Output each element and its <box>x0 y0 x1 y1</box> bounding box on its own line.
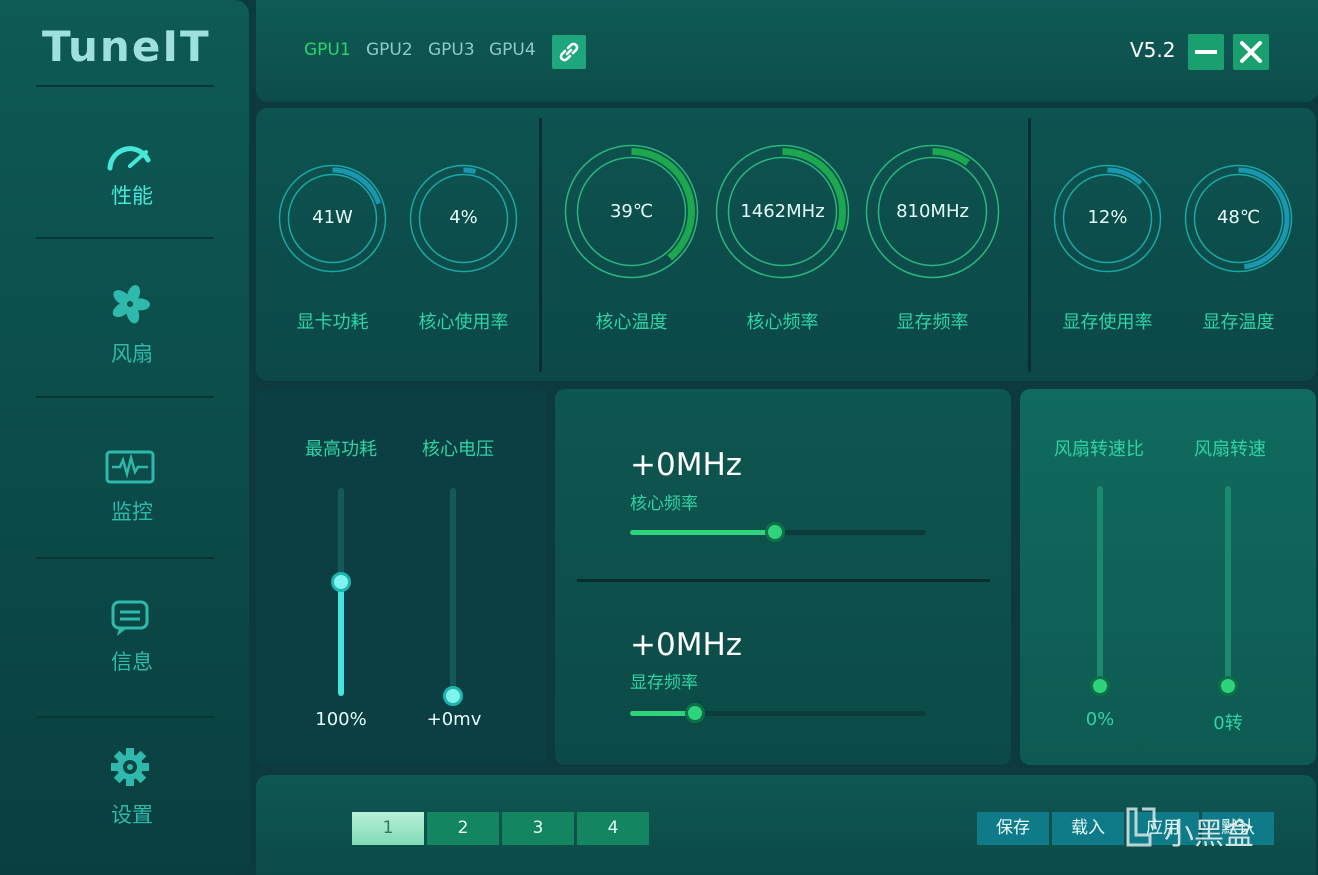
gauge-core-clock: 1462MHz <box>714 143 851 280</box>
core-voltage-handle[interactable] <box>443 686 463 706</box>
load-button[interactable]: 载入 <box>1052 812 1124 845</box>
sidebar-item-label: 信息 <box>111 650 153 674</box>
mem-clock-offset-value: +0MHz <box>630 627 743 663</box>
fan-ratio-slider[interactable] <box>1097 486 1103 686</box>
power-voltage-panel: 最高功耗 核心电压 100% +0mv <box>256 389 547 765</box>
power-limit-value: 100% <box>315 709 367 730</box>
save-button[interactable]: 保存 <box>977 812 1049 845</box>
minimize-icon <box>1195 50 1217 54</box>
panel-divider <box>577 579 990 582</box>
sidebar-item-label: 设置 <box>111 803 153 827</box>
fan-panel: 风扇转速比 风扇转速 0% 0转 <box>1020 389 1316 765</box>
chat-bubble-icon <box>111 600 149 636</box>
gauge-value: 39℃ <box>609 201 654 222</box>
core-voltage-slider[interactable] <box>450 488 456 696</box>
core-clock-offset-value: +0MHz <box>630 447 743 483</box>
profile-1-button[interactable]: 1 <box>352 812 424 845</box>
core-voltage-value: +0mv <box>426 709 482 730</box>
link-icon <box>559 42 579 62</box>
stat-label: 显存使用率 <box>1062 312 1153 333</box>
tab-gpu1[interactable]: GPU1 <box>304 40 351 60</box>
sidebar-item-monitor[interactable]: 监控 <box>0 440 249 550</box>
stat-label: 显卡功耗 <box>296 312 369 333</box>
sidebar-item-fan[interactable]: 风扇 <box>0 280 249 390</box>
mem-clock-offset-label: 显存频率 <box>630 673 698 693</box>
power-limit-handle[interactable] <box>331 571 351 592</box>
gauge-value: 41W <box>312 207 353 228</box>
sidebar-item-label: 监控 <box>111 500 153 524</box>
mem-clock-handle[interactable] <box>685 703 706 723</box>
sidebar-divider <box>36 237 214 239</box>
stats-panel: 41W 显卡功耗 4% 核心使用率 39℃ 核心温度 1462MHz 核心频率 <box>256 108 1316 381</box>
gauge-core-usage: 4% <box>408 163 519 274</box>
gear-icon <box>111 748 149 786</box>
sidebar-divider <box>36 716 214 718</box>
fan-speed-handle[interactable] <box>1218 676 1238 696</box>
power-limit-label: 最高功耗 <box>305 439 377 460</box>
minimize-button[interactable] <box>1188 34 1224 70</box>
version-label: V5.2 <box>1130 38 1176 62</box>
tab-gpu2[interactable]: GPU2 <box>366 40 413 60</box>
sidebar-item-label: 性能 <box>111 184 153 208</box>
top-bar: GPU1 GPU2 GPU3 GPU4 V5.2 <box>256 0 1318 102</box>
fan-ratio-value: 0% <box>1085 709 1115 730</box>
gauge-value: 1462MHz <box>740 201 825 222</box>
stats-divider <box>1028 118 1031 372</box>
close-button[interactable] <box>1233 34 1269 70</box>
default-button[interactable]: 默认 <box>1202 812 1274 845</box>
stats-divider <box>539 118 542 372</box>
fan-speed-value: 0转 <box>1213 713 1243 734</box>
stat-label: 核心使用率 <box>418 312 509 333</box>
slider-fill <box>630 530 776 535</box>
app-logo: TuneIT <box>42 22 211 71</box>
core-voltage-label: 核心电压 <box>422 439 494 460</box>
sidebar-divider <box>36 557 214 559</box>
sidebar-divider <box>36 85 214 87</box>
gauge-power: 41W <box>277 163 388 274</box>
stat-label: 核心频率 <box>746 312 819 333</box>
close-icon <box>1240 41 1262 63</box>
sidebar-item-label: 风扇 <box>111 342 153 366</box>
tab-gpu4[interactable]: GPU4 <box>489 40 536 60</box>
sidebar-divider <box>36 396 214 398</box>
gauge-value: 4% <box>449 207 478 228</box>
profile-3-button[interactable]: 3 <box>502 812 574 845</box>
stat-label: 核心温度 <box>595 312 668 333</box>
sidebar-item-performance[interactable]: 性能 <box>0 130 249 240</box>
apply-button[interactable]: 应用 <box>1127 812 1199 845</box>
sidebar-item-info[interactable]: 信息 <box>0 594 249 704</box>
sidebar-item-settings[interactable]: 设置 <box>0 745 249 855</box>
gauge-value: 810MHz <box>896 201 969 222</box>
fan-ratio-handle[interactable] <box>1090 676 1110 696</box>
bottom-bar: 1 2 3 4 保存 载入 应用 默认 小黑盒 <box>256 775 1316 875</box>
fan-ratio-label: 风扇转速比 <box>1054 439 1144 460</box>
tab-gpu3[interactable]: GPU3 <box>428 40 475 60</box>
mem-clock-slider[interactable] <box>630 711 926 716</box>
gauge-value: 48℃ <box>1216 207 1261 228</box>
profile-2-button[interactable]: 2 <box>427 812 499 845</box>
fan-speed-label: 风扇转速 <box>1194 439 1266 460</box>
monitor-pulse-icon <box>105 450 155 484</box>
gauge-value: 12% <box>1087 207 1128 228</box>
core-clock-handle[interactable] <box>765 522 786 542</box>
core-clock-offset-label: 核心频率 <box>630 494 698 514</box>
gauge-mem-temp: 48℃ <box>1183 163 1294 274</box>
fan-speed-slider[interactable] <box>1225 486 1231 686</box>
stat-label: 显存频率 <box>896 312 969 333</box>
speedometer-icon <box>107 146 151 171</box>
gauge-mem-clock: 810MHz <box>864 143 1001 280</box>
sidebar: TuneIT 性能 风扇 监控 信息 设置 <box>0 0 249 875</box>
link-gpus-button[interactable] <box>552 35 586 69</box>
clock-offset-panel: +0MHz 核心频率 +0MHz 显存频率 <box>555 389 1011 765</box>
gauge-core-temp: 39℃ <box>563 143 700 280</box>
profile-4-button[interactable]: 4 <box>577 812 649 845</box>
stat-label: 显存温度 <box>1202 312 1275 333</box>
gauge-mem-usage: 12% <box>1052 163 1163 274</box>
slider-fill <box>338 581 344 696</box>
power-limit-slider[interactable] <box>338 488 344 696</box>
fan-icon <box>112 284 150 324</box>
